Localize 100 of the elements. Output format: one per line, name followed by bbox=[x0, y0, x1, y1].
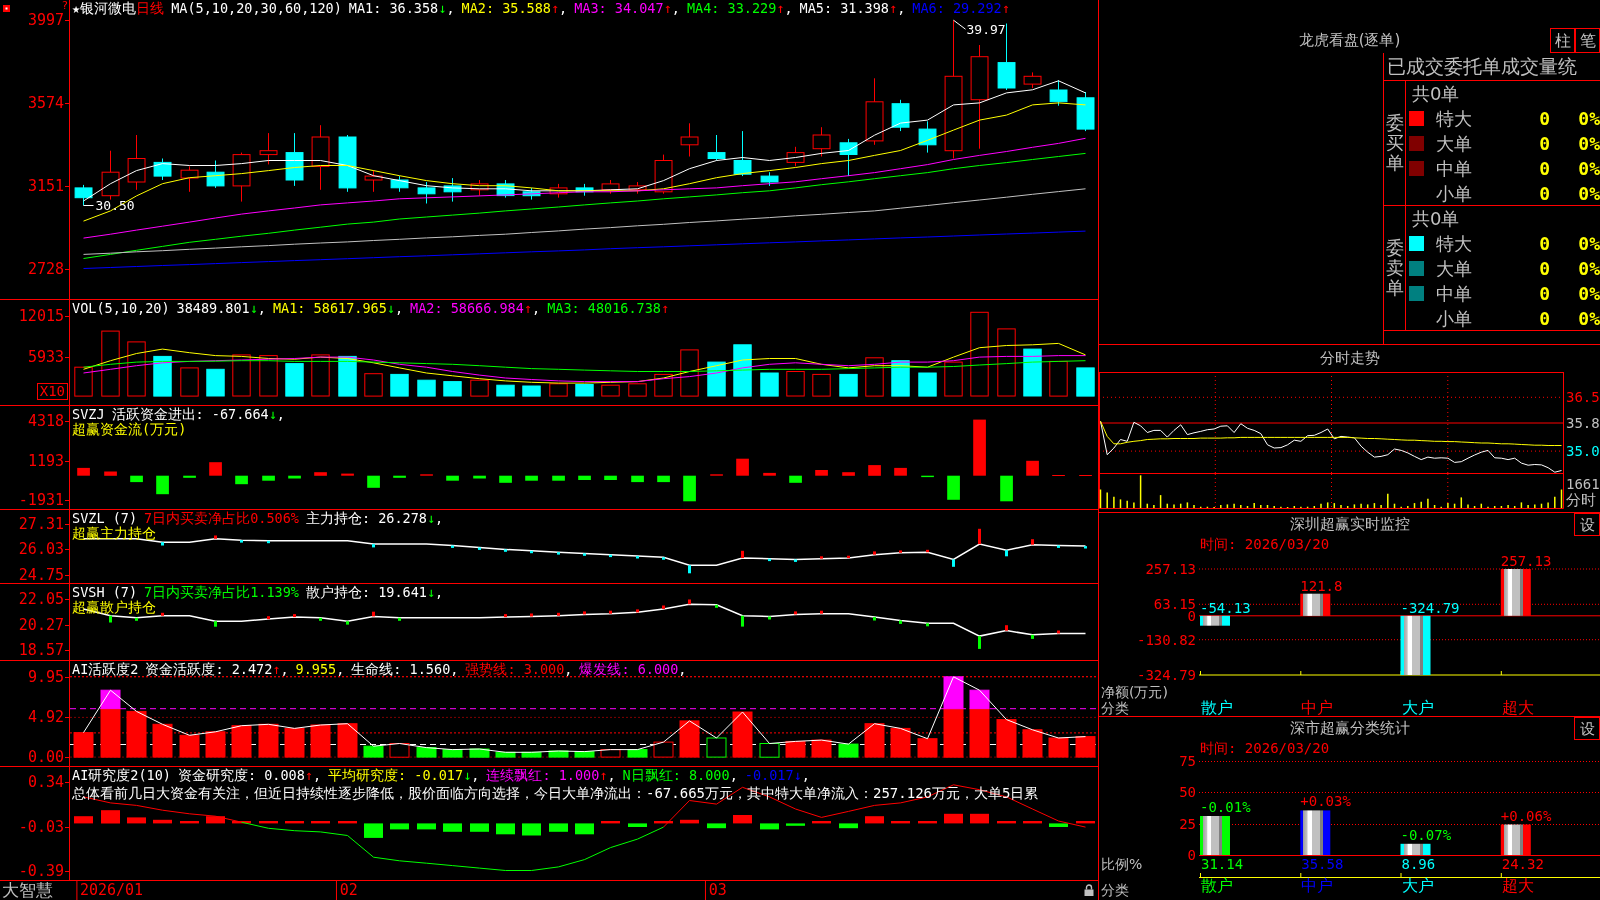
axis-label: -1931 bbox=[18, 491, 64, 510]
indicator-name: SVZJ bbox=[72, 407, 105, 422]
candle bbox=[1023, 71, 1042, 89]
order-share: 0% bbox=[1578, 307, 1600, 330]
change-mark bbox=[583, 553, 586, 556]
category-label: 超大 bbox=[1500, 700, 1534, 716]
activity-bar bbox=[1075, 736, 1096, 758]
activity-bar bbox=[759, 743, 780, 758]
settings-button[interactable]: 设 bbox=[1574, 513, 1600, 536]
settings-button[interactable]: 设 bbox=[1574, 717, 1600, 740]
change-mark bbox=[135, 617, 138, 621]
order-size-label: 大单 bbox=[1436, 257, 1472, 280]
volume-bar bbox=[1076, 367, 1095, 397]
candle bbox=[839, 138, 858, 177]
research-bar bbox=[74, 816, 93, 824]
mode-button[interactable]: 笔 bbox=[1575, 28, 1600, 53]
activity-bar bbox=[521, 751, 542, 758]
change-mark bbox=[978, 528, 981, 545]
axis-label: 27.31 bbox=[18, 515, 64, 534]
volume-bar bbox=[285, 363, 304, 397]
activity-bar bbox=[310, 724, 331, 758]
volume-bar bbox=[760, 372, 779, 397]
volume-bar bbox=[153, 355, 172, 397]
category-label: 中户 bbox=[1300, 700, 1334, 716]
candle bbox=[1076, 91, 1095, 132]
activity-bar bbox=[1048, 737, 1069, 758]
research-bar bbox=[601, 821, 620, 824]
candle bbox=[522, 187, 541, 201]
order-share: 0% bbox=[1578, 132, 1600, 155]
activity-bar bbox=[732, 711, 753, 758]
table-title: 已成交委托单成交量统 bbox=[1387, 54, 1577, 79]
volume-bar bbox=[733, 344, 752, 397]
activity-bar bbox=[126, 710, 147, 758]
candle bbox=[74, 184, 93, 206]
indicator-value: 爆发线: 6.000, bbox=[579, 662, 687, 677]
axis-label: 0.00 bbox=[27, 748, 64, 767]
volume-bar bbox=[470, 379, 489, 397]
research-bar bbox=[285, 821, 304, 824]
volume-bar bbox=[786, 371, 805, 397]
order-count: 0 bbox=[1539, 182, 1550, 205]
change-mark bbox=[1031, 634, 1034, 639]
category-label: 大户 bbox=[1400, 878, 1434, 897]
flow-bar bbox=[130, 475, 143, 483]
leader-line bbox=[953, 19, 966, 30]
axis-title: 净额(万元) bbox=[1100, 684, 1168, 700]
axis-label: 24.75 bbox=[18, 565, 64, 584]
activity-bar bbox=[231, 725, 252, 758]
volume-bar bbox=[443, 381, 462, 397]
indicator-name: AI研究度2(10) bbox=[72, 768, 171, 783]
panel-title: 深市超赢分类统计 bbox=[1289, 719, 1410, 738]
change-mark bbox=[267, 616, 270, 620]
change-mark bbox=[530, 550, 533, 554]
question-mark: ? bbox=[61, 0, 68, 11]
indicator-value: MA3: 34.047↑, bbox=[574, 1, 680, 16]
flow-bar bbox=[552, 475, 565, 481]
ratio-bar bbox=[1500, 824, 1531, 855]
axis-label: -0.03 bbox=[18, 818, 64, 837]
candle bbox=[101, 150, 120, 201]
order-count: 0 bbox=[1539, 107, 1550, 130]
change-mark bbox=[1057, 630, 1060, 634]
change-mark bbox=[636, 556, 639, 559]
volume-bar bbox=[1049, 360, 1068, 397]
activity-bar bbox=[864, 723, 885, 758]
activity-bar bbox=[627, 749, 648, 758]
candle bbox=[417, 181, 436, 204]
volume-unit-label: 分时 bbox=[1566, 492, 1596, 508]
research-bar bbox=[549, 823, 568, 832]
order-count: 0 bbox=[1539, 282, 1550, 305]
candle bbox=[865, 77, 884, 146]
research-bar bbox=[812, 821, 831, 824]
change-mark bbox=[372, 544, 375, 548]
candle bbox=[1049, 79, 1068, 107]
data-label: -324.79 bbox=[1400, 599, 1460, 616]
change-label: +0.06% bbox=[1500, 807, 1552, 824]
order-count: 0 bbox=[1539, 157, 1550, 180]
volume-bar bbox=[364, 373, 383, 397]
change-mark bbox=[478, 547, 481, 550]
research-bar bbox=[153, 819, 172, 824]
axis-label: 5933 bbox=[27, 347, 64, 366]
mode-button[interactable]: 柱 bbox=[1550, 28, 1575, 53]
group-label: 委卖单 bbox=[1385, 238, 1404, 298]
category-value: 31.14 bbox=[1200, 856, 1244, 872]
research-bar bbox=[760, 823, 779, 830]
order-count: 0 bbox=[1539, 132, 1550, 155]
date-label: 2026/01 bbox=[75, 881, 144, 900]
data-label: -54.13 bbox=[1200, 599, 1251, 616]
flow-bar bbox=[868, 465, 881, 476]
research-bar bbox=[839, 823, 858, 829]
volume-bar bbox=[101, 330, 120, 397]
panel-title: 深圳超赢实时监控 bbox=[1289, 515, 1410, 534]
flow-bar bbox=[683, 475, 696, 502]
change-mark bbox=[240, 540, 243, 543]
activity-bar bbox=[258, 723, 279, 758]
panel-title: 分时走势 bbox=[1319, 349, 1380, 368]
indicator-value: MA3: 48016.738↑ bbox=[547, 301, 670, 316]
change-mark bbox=[794, 611, 797, 615]
change-mark bbox=[952, 559, 955, 567]
research-bar bbox=[707, 823, 726, 829]
order-share: 0% bbox=[1578, 232, 1600, 255]
indicator-value: MA1: 36.358↓, bbox=[348, 1, 455, 16]
